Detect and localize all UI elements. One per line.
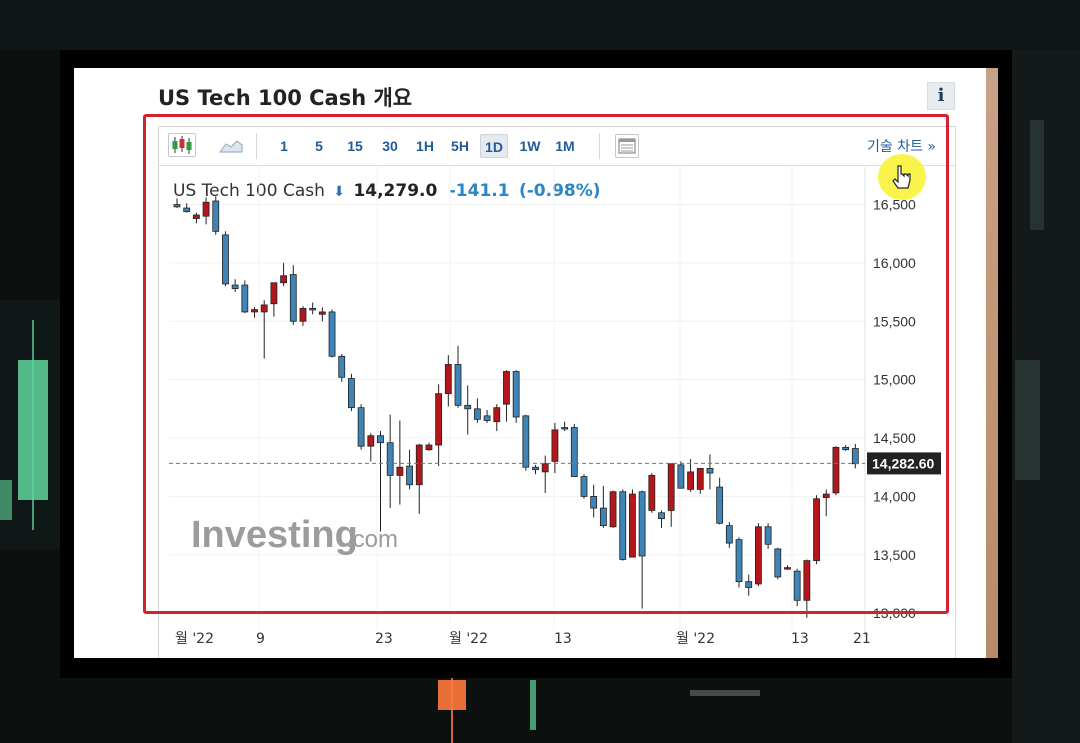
x-tick-label: 월 '22 — [175, 631, 214, 647]
x-tick-label: 월 '22 — [676, 631, 715, 647]
highlight-box — [143, 114, 949, 614]
cursor-highlight — [878, 154, 926, 200]
x-tick-label: 13 — [791, 631, 809, 647]
wood-edge — [986, 68, 998, 658]
page-title: US Tech 100 Cash 개요 — [158, 86, 413, 110]
x-tick-label: 9 — [256, 631, 265, 647]
hand-cursor-icon — [892, 165, 911, 189]
x-tick-label: 23 — [375, 631, 393, 647]
info-button[interactable]: i — [927, 82, 955, 110]
x-tick-label: 21 — [853, 631, 871, 647]
x-tick-label: 13 — [554, 631, 572, 647]
x-tick-label: 월 '22 — [449, 631, 488, 647]
